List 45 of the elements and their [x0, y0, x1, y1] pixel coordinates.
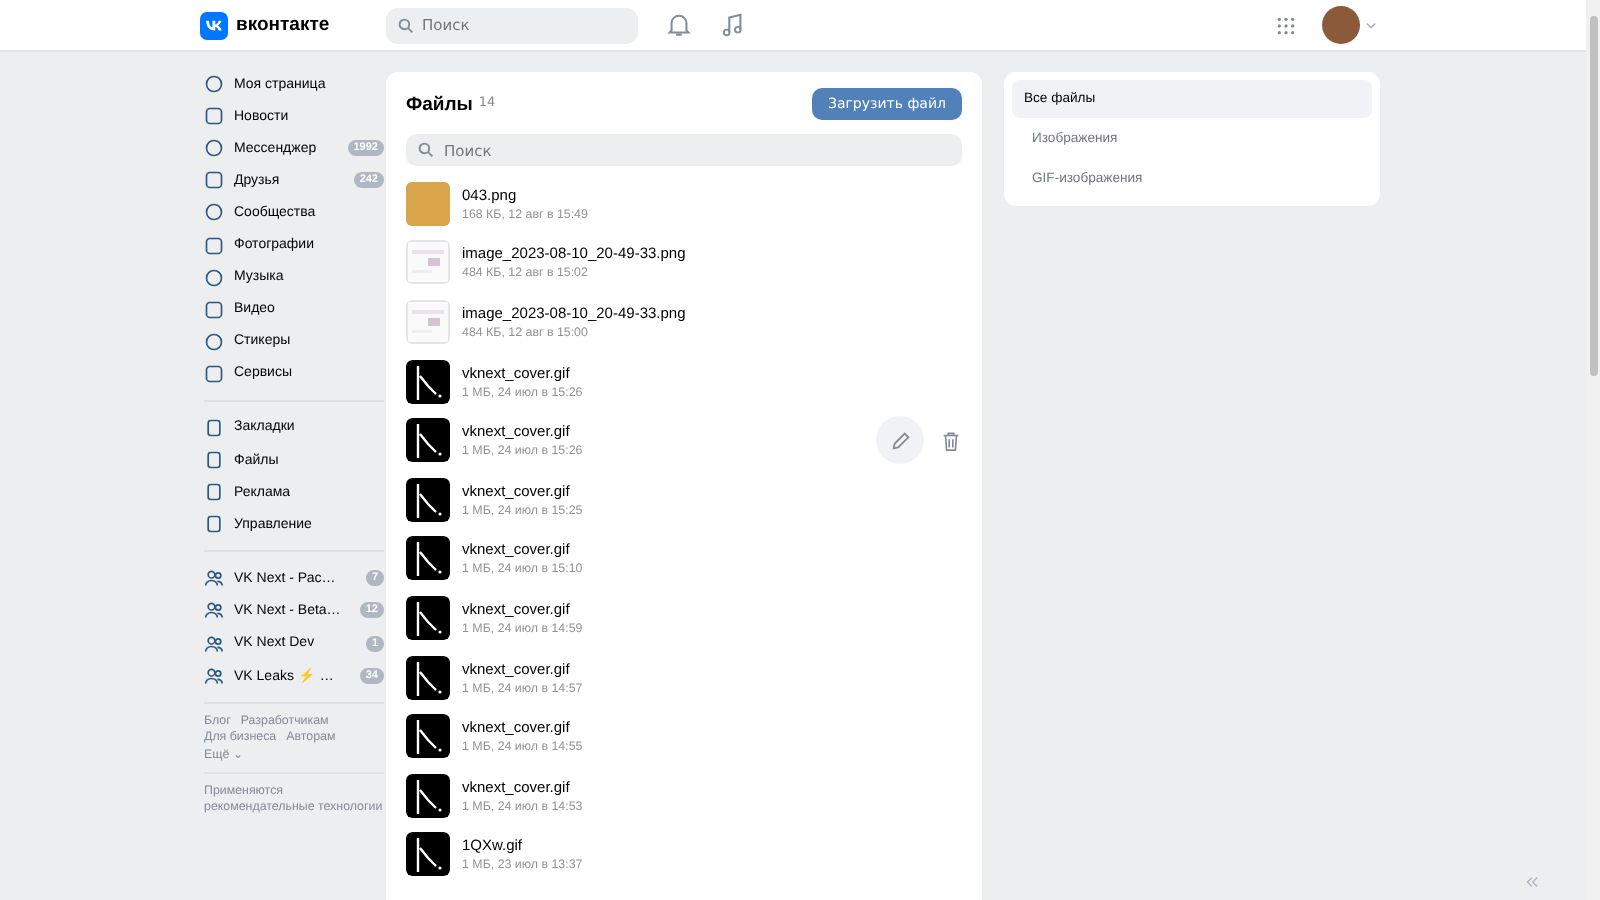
people-icon — [204, 633, 224, 654]
cover-thumbnail — [406, 714, 450, 759]
menu-item-icon — [204, 450, 224, 471]
bell-icon[interactable] — [666, 12, 692, 38]
cover-thumbnail — [406, 477, 450, 522]
cover-thumbnail — [406, 418, 450, 463]
cover-thumbnail — [406, 773, 450, 818]
cover-thumbnail — [406, 595, 450, 640]
logo-text[interactable]: вконтакте — [236, 14, 330, 36]
cover-thumbnail — [406, 832, 450, 877]
menu-item-icon — [204, 363, 224, 384]
menu-item-icon — [204, 514, 224, 535]
menu-item-icon — [204, 106, 224, 127]
menu-item-icon — [204, 170, 224, 191]
music-icon[interactable] — [720, 12, 746, 38]
pencil-icon — [889, 429, 911, 452]
edit-button[interactable] — [876, 416, 924, 465]
menu-item-icon — [204, 74, 224, 95]
photo-placeholder — [406, 181, 450, 226]
scrollbar[interactable] — [1586, 0, 1600, 900]
cover-thumbnail — [406, 536, 450, 581]
screenshot-thumbnail — [406, 299, 450, 344]
menu-item-icon — [204, 235, 224, 256]
cover-thumbnail — [406, 655, 450, 700]
menu-item-icon — [204, 138, 224, 159]
menu-item-icon — [204, 267, 224, 288]
collapse-icon[interactable] — [1524, 876, 1540, 888]
trash-icon[interactable] — [940, 429, 962, 452]
people-icon — [204, 568, 224, 589]
avatar[interactable] — [1322, 6, 1360, 44]
apps-grid-icon[interactable] — [1276, 15, 1296, 35]
people-icon — [204, 600, 224, 621]
menu-item-icon — [204, 299, 224, 320]
search-icon — [398, 17, 414, 33]
page-title: Файлы — [406, 93, 473, 115]
people-icon — [204, 665, 224, 686]
menu-item-icon — [204, 482, 224, 503]
screenshot-thumbnail — [406, 240, 450, 285]
search-icon — [418, 142, 434, 158]
menu-item-icon — [204, 417, 224, 438]
logo-icon[interactable] — [200, 11, 228, 39]
menu-item-icon — [204, 331, 224, 352]
caret-icon[interactable] — [1366, 21, 1376, 29]
cover-thumbnail — [406, 359, 450, 404]
menu-item-icon — [204, 202, 224, 223]
